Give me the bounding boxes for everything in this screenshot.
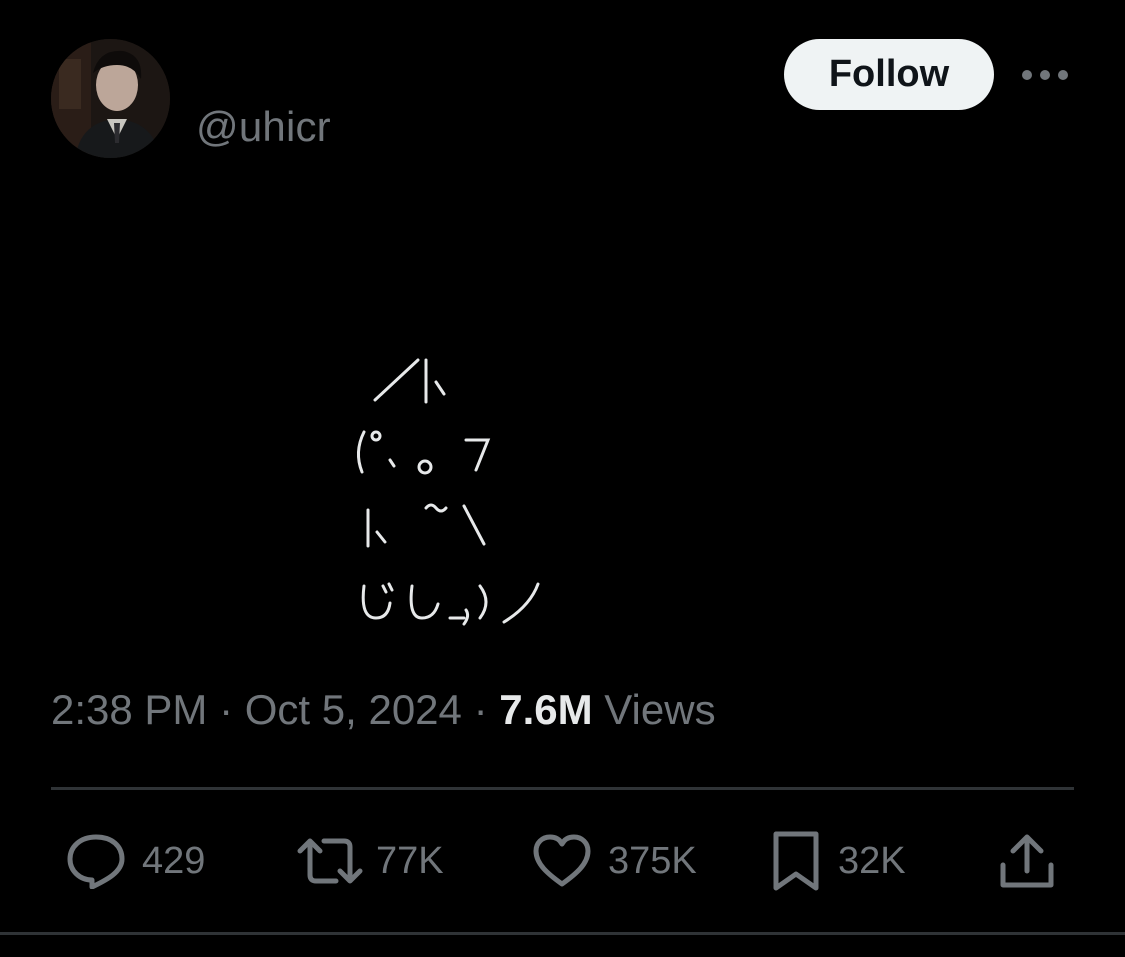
reply-count: 429: [142, 839, 206, 882]
views-count: 7.6M: [499, 686, 593, 733]
like-count: 375K: [608, 839, 697, 882]
separator: ·: [219, 686, 234, 733]
like-button[interactable]: 375K: [532, 830, 697, 892]
user-handle[interactable]: @uhicr: [196, 103, 331, 151]
reply-button[interactable]: 429: [66, 830, 205, 892]
share-icon: [998, 833, 1056, 889]
divider: [0, 932, 1125, 935]
views-label: Views: [604, 686, 716, 733]
share-button[interactable]: [998, 830, 1056, 892]
more-options-button[interactable]: [1018, 58, 1072, 92]
tweet-meta: 2:38 PM · Oct 5, 2024 · 7.6M Views: [51, 684, 716, 736]
follow-button[interactable]: Follow: [784, 39, 994, 110]
separator: ·: [473, 686, 488, 733]
divider: [51, 787, 1074, 790]
more-horizontal-icon: [1022, 70, 1068, 80]
tweet-text-art: [357, 358, 540, 626]
tweet-date[interactable]: Oct 5, 2024: [245, 686, 462, 733]
avatar-image: [51, 39, 170, 158]
reply-icon: [66, 833, 126, 889]
bookmark-button[interactable]: 32K: [770, 830, 906, 892]
avatar[interactable]: [51, 39, 170, 158]
bookmark-count: 32K: [838, 839, 906, 882]
repost-count: 77K: [376, 839, 444, 882]
tweet-time[interactable]: 2:38 PM: [51, 686, 207, 733]
repost-icon: [296, 837, 364, 885]
heart-icon: [532, 834, 592, 888]
bookmark-icon: [770, 830, 822, 892]
repost-button[interactable]: 77K: [296, 830, 444, 892]
